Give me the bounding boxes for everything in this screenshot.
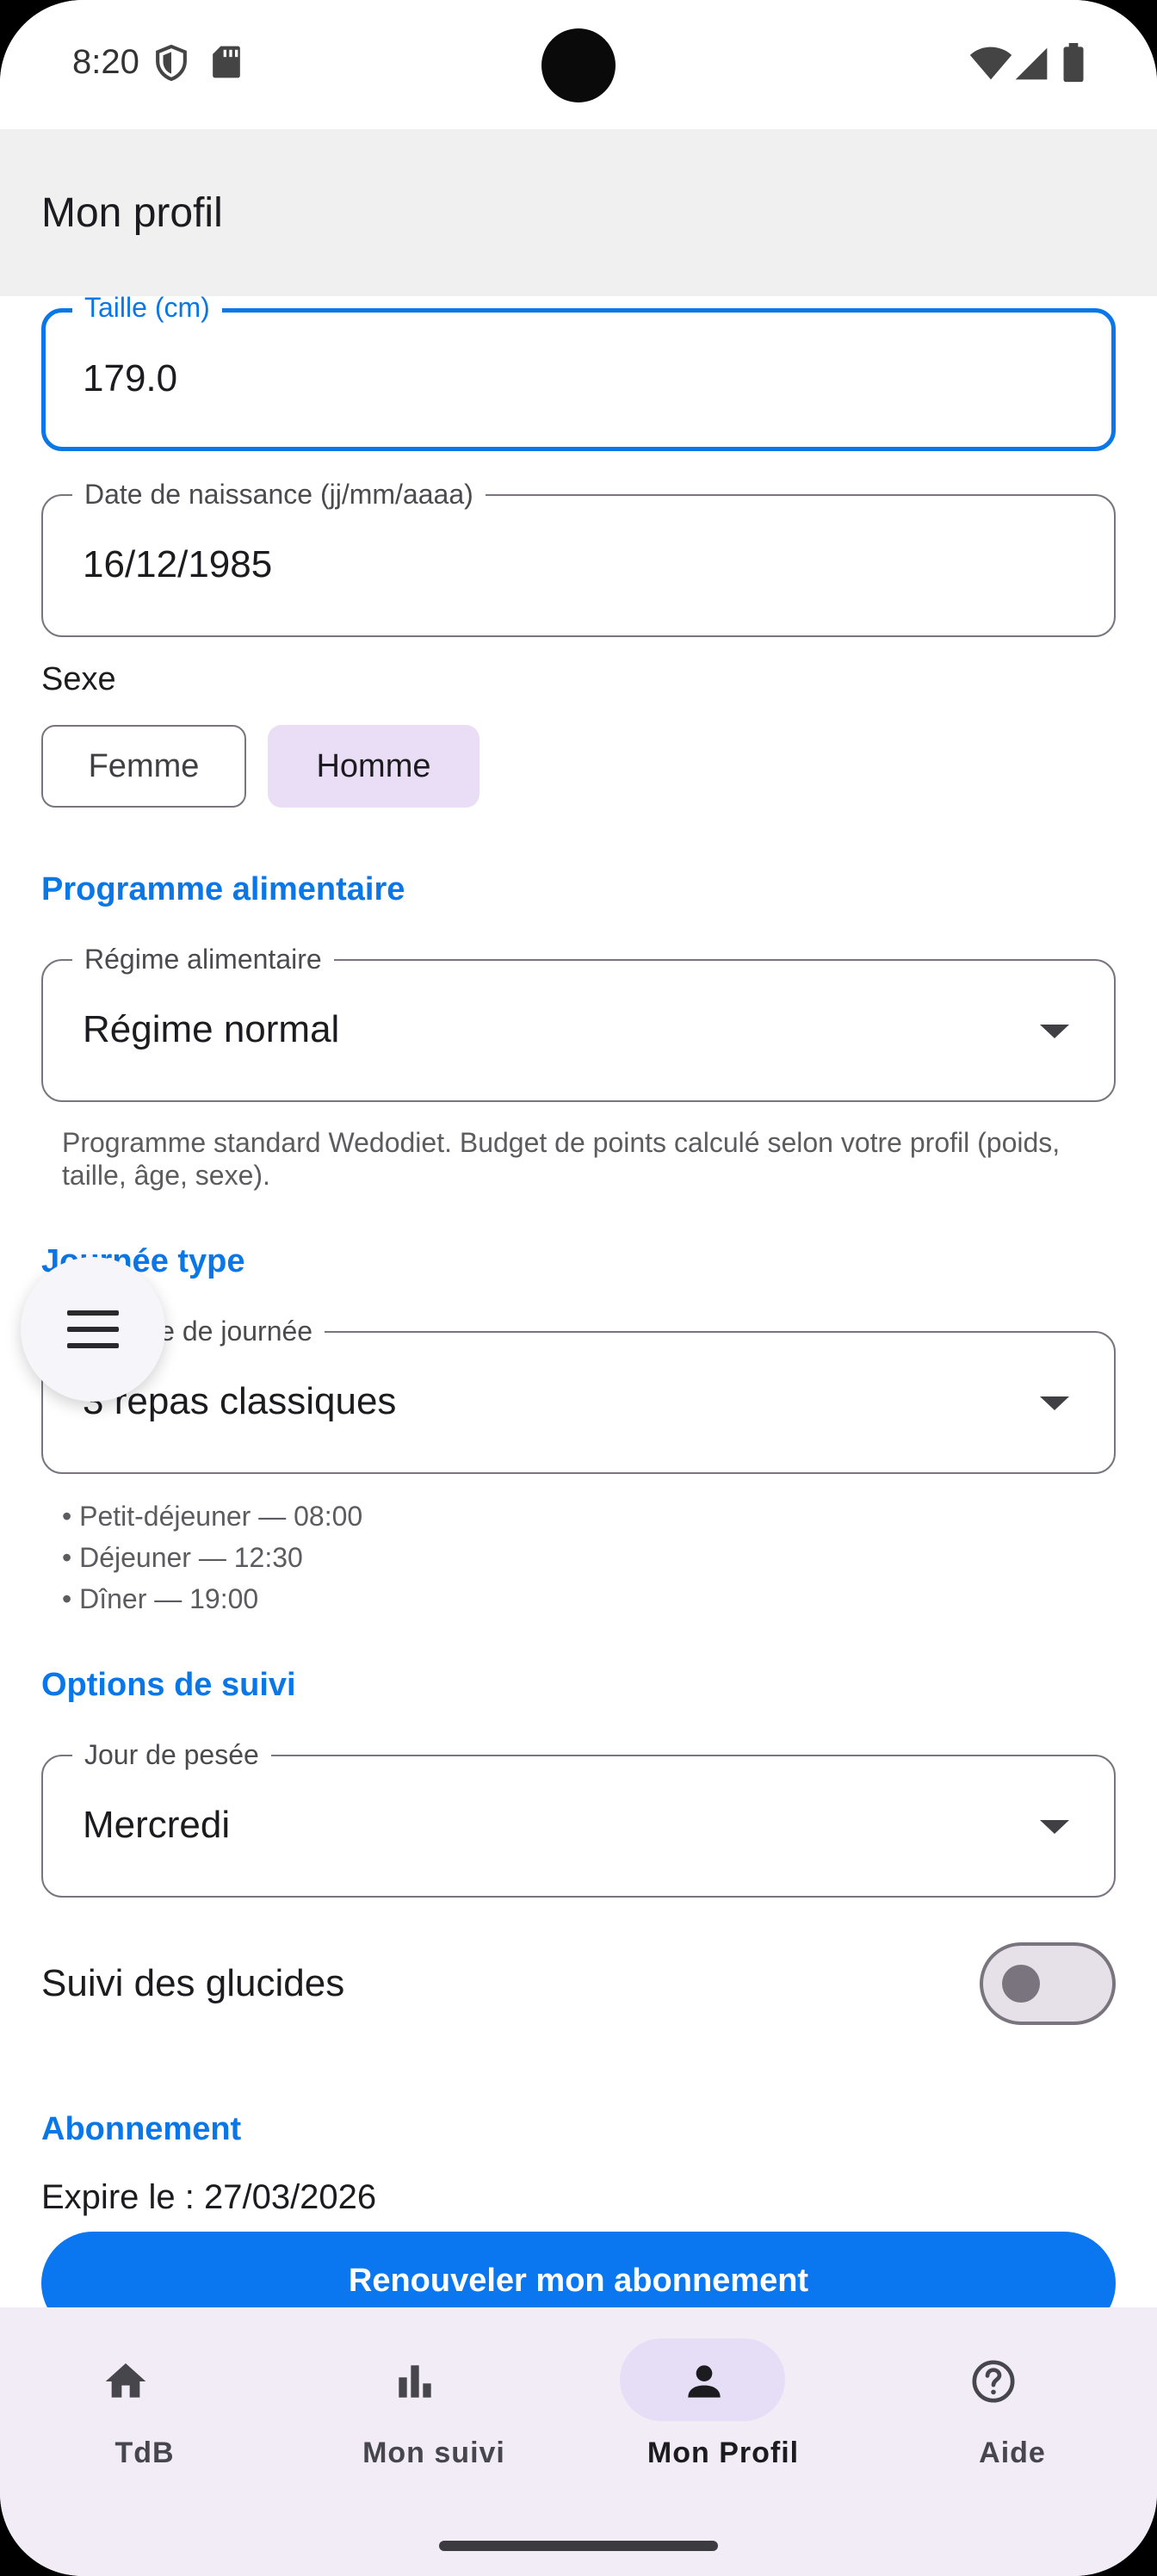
birthdate-field-label: Date de naissance (jj/mm/aaaa) [72, 477, 486, 511]
hamburger-menu-icon [67, 1310, 119, 1348]
home-icon [105, 2363, 146, 2398]
diet-program-section-title: Programme alimentaire [41, 871, 405, 907]
dropdown-arrow-icon [1040, 1396, 1069, 1410]
help-circle-icon [972, 2360, 1015, 2403]
weigh-day-field[interactable]: Jour de pesée Mercredi [41, 1737, 1116, 1898]
renew-subscription-button[interactable]: Renouveler mon abonnement [41, 2232, 1116, 2307]
birthdate-field-value: 16/12/1985 [83, 543, 273, 585]
nav-item-tracking[interactable]: Mon suivi [289, 2307, 578, 2480]
subscription-expiry: Expire le : 27/03/2026 [41, 2178, 377, 2216]
nav-label: TdB [114, 2437, 175, 2469]
battery-icon [1063, 43, 1084, 83]
app-bar: Mon profil [0, 129, 1157, 296]
height-field-label: Taille (cm) [72, 296, 222, 325]
wifi-icon [969, 46, 1012, 80]
status-bar: 8:20 [0, 0, 1157, 129]
dropdown-arrow-icon [1040, 1025, 1069, 1038]
home-indicator [439, 2541, 718, 2551]
menu-button[interactable] [21, 1257, 165, 1402]
carbs-tracking-toggle[interactable] [980, 1942, 1116, 2025]
sd-card-icon [213, 46, 240, 78]
nav-label: Mon suivi [362, 2437, 505, 2469]
nav-item-profile[interactable]: Mon Profil [578, 2307, 868, 2480]
diet-field-label: Régime alimentaire [72, 942, 334, 976]
toggle-thumb [1002, 1965, 1040, 2003]
meal-item: • Dîner — 19:00 [62, 1583, 259, 1614]
diet-helper-text: Programme standard Wedodiet. Budget de p… [62, 1127, 1061, 1191]
weigh-day-field-value: Mercredi [83, 1804, 231, 1846]
phone-screen: 8:20 Mon profil Taille (cm) 179.0 Date d… [0, 0, 1157, 2576]
page-title: Mon profil [41, 190, 223, 236]
person-icon [688, 2365, 721, 2398]
chip-homme[interactable]: Homme [268, 725, 480, 808]
height-field[interactable]: Taille (cm) 179.0 [41, 296, 1116, 451]
nav-label: Aide [979, 2437, 1046, 2469]
bar-chart-icon [399, 2365, 431, 2398]
tracking-options-section-title: Options de suivi [41, 1667, 296, 1703]
diet-field[interactable]: Régime alimentaire Régime normal [41, 942, 1116, 1102]
diet-field-value: Régime normal [83, 1008, 340, 1050]
profile-content[interactable]: Taille (cm) 179.0 Date de naissance (jj/… [0, 296, 1157, 2307]
sex-label: Sexe [41, 661, 116, 697]
shield-icon [156, 45, 187, 81]
dropdown-arrow-icon [1040, 1820, 1069, 1834]
weigh-day-field-label: Jour de pesée [72, 1737, 271, 1772]
camera-cutout [541, 28, 616, 102]
day-template-field[interactable]: Modèle de journée 3 repas classiques [41, 1314, 1116, 1474]
nav-item-help[interactable]: Aide [868, 2307, 1157, 2480]
birthdate-field[interactable]: Date de naissance (jj/mm/aaaa) 16/12/198… [41, 477, 1116, 637]
meal-item: • Petit-déjeuner — 08:00 [62, 1501, 363, 1532]
bottom-navigation: TdB Mon suivi Mon Profil Aide [0, 2307, 1157, 2576]
signal-icon [1015, 47, 1048, 80]
carbs-tracking-label: Suivi des glucides [41, 1962, 345, 2004]
nav-item-dashboard[interactable]: TdB [0, 2307, 289, 2480]
height-field-value: 179.0 [83, 357, 178, 399]
chip-femme[interactable]: Femme [41, 725, 246, 808]
subscription-section-title: Abonnement [41, 2111, 242, 2147]
status-time: 8:20 [72, 43, 139, 81]
meal-item: • Déjeuner — 12:30 [62, 1542, 303, 1573]
nav-label: Mon Profil [647, 2437, 800, 2469]
